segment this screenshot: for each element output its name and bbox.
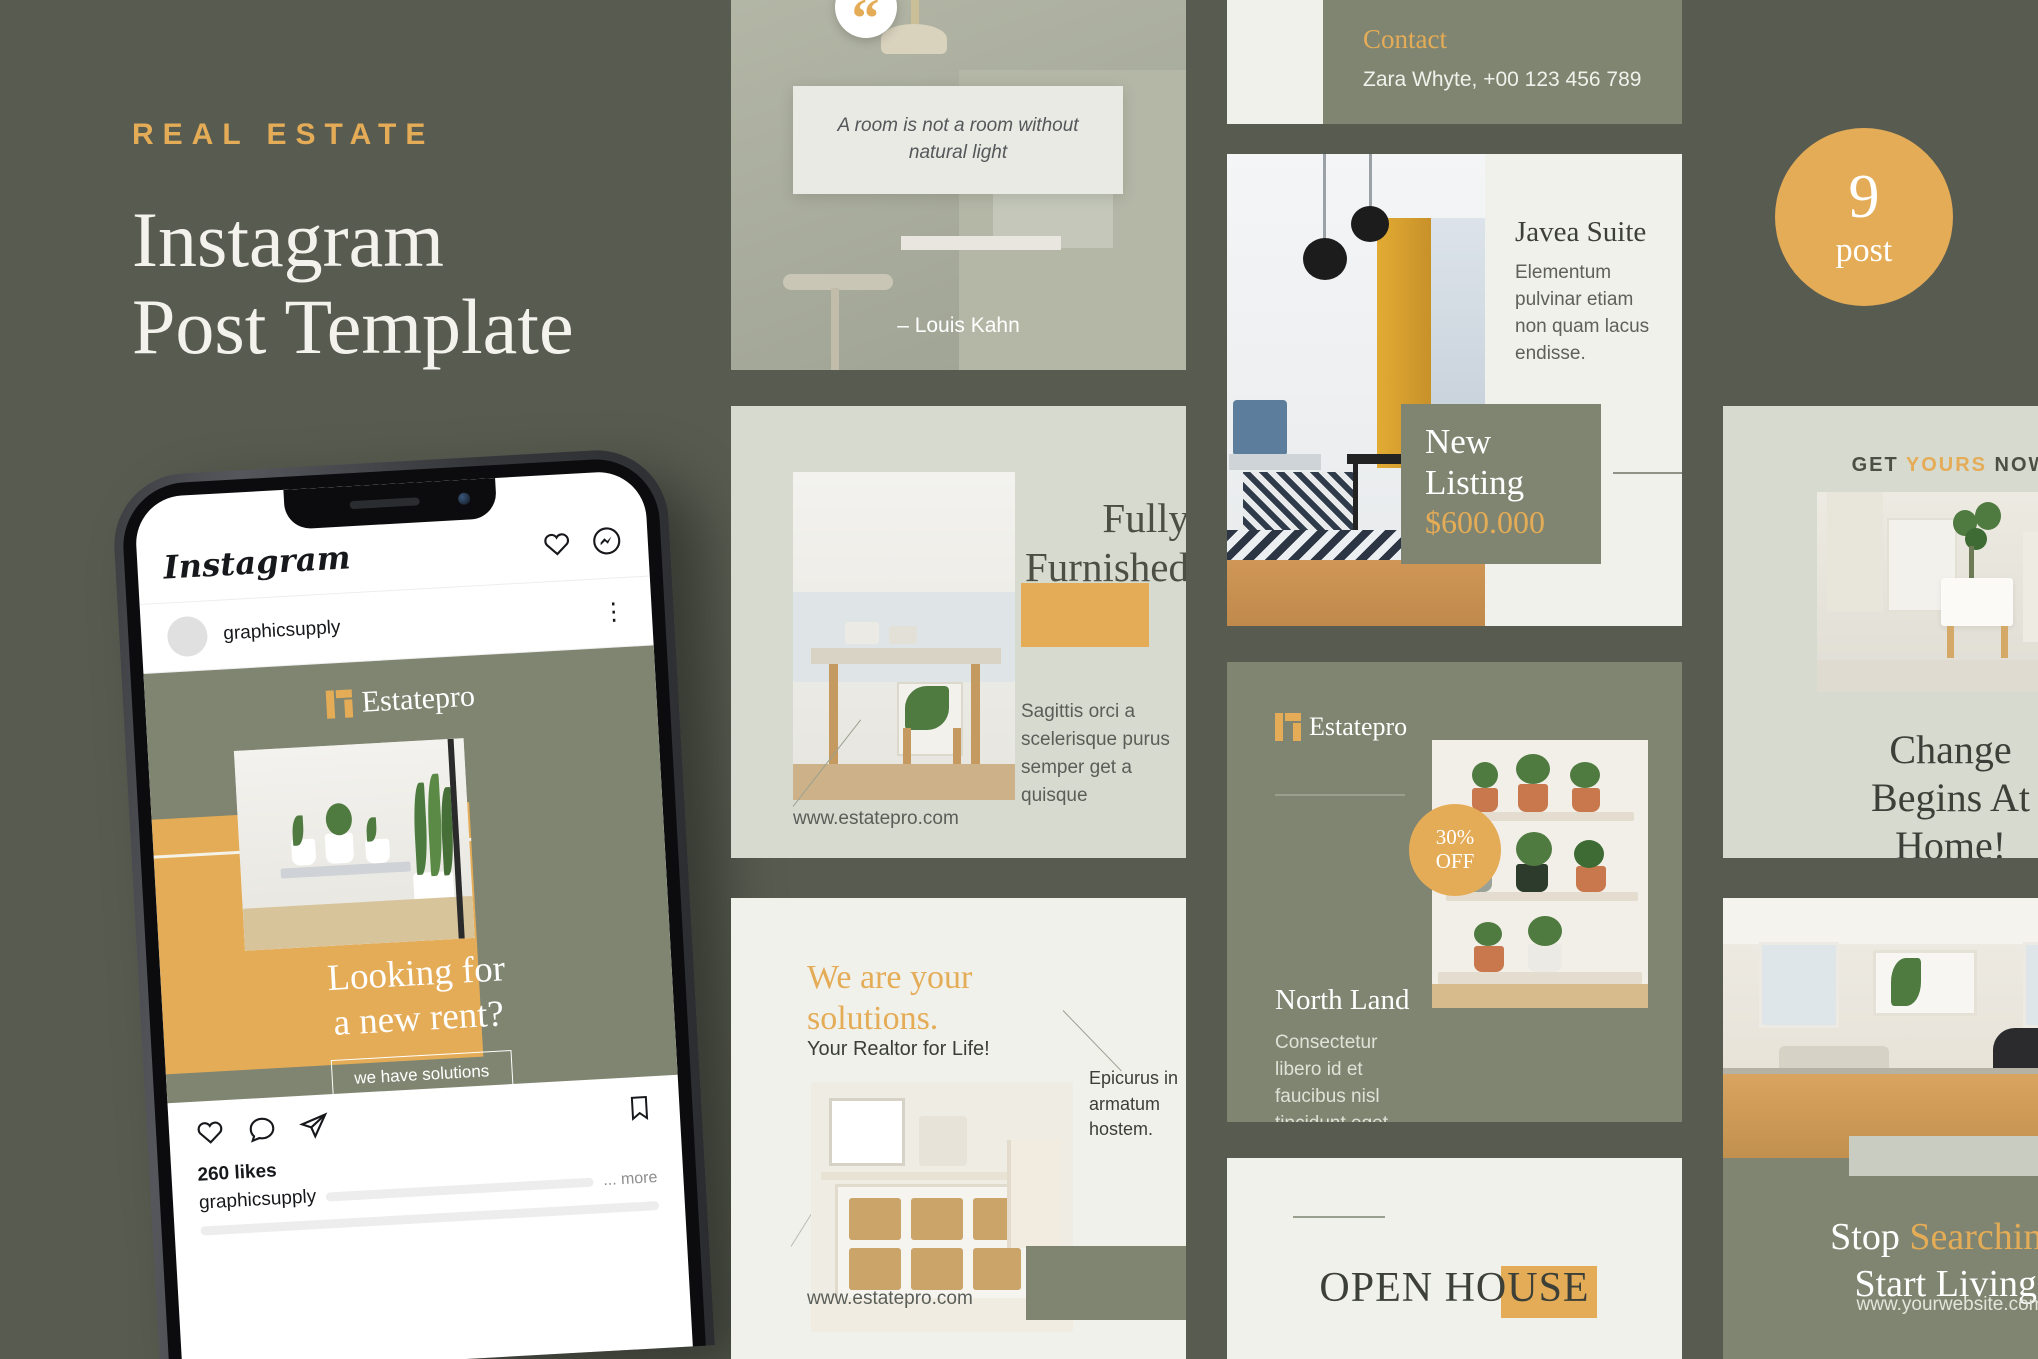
change-eyebrow-pre: GET — [1851, 454, 1906, 476]
header-icon-group — [541, 525, 623, 564]
open-house-divider — [1293, 1216, 1385, 1218]
change-title-line3: Home! — [1894, 823, 2007, 858]
open-house-title: OPEN HOUSE — [1319, 1265, 1590, 1311]
phone-mockup: Instagram graphicsupply ⋮ Estatepro Look… — [110, 446, 715, 1359]
north-divider — [1275, 794, 1405, 796]
solutions-note: Epicurus in armatum hostem. — [1089, 1068, 1179, 1140]
furnished-url[interactable]: www.estatepro.com — [793, 808, 959, 830]
page-title: Instagram Post Template — [132, 196, 692, 371]
furnished-title: Fully Furnished — [959, 494, 1186, 592]
contact-panel — [1323, 0, 1682, 124]
estatepro-logo-icon — [326, 689, 354, 719]
furnished-title-line2: Furnished — [1025, 544, 1186, 591]
change-title-line1: Change — [1889, 727, 2012, 772]
bookmark-icon[interactable] — [625, 1092, 655, 1129]
stop-photo — [1723, 898, 2038, 1158]
card-open-house[interactable]: OPEN HOUSE — [1227, 1158, 1682, 1359]
north-badge-line2: OFF — [1435, 849, 1475, 873]
stop-accent-strip — [1849, 1136, 2038, 1176]
quote-box: A room is not a room without natural lig… — [793, 86, 1123, 194]
change-eyebrow-post: NOW — [1994, 454, 2038, 476]
post-count-number: 9 — [1848, 163, 1880, 231]
solutions-title-line2: solutions. — [807, 999, 939, 1037]
heart-icon[interactable] — [194, 1116, 226, 1153]
stop-title-pre: Stop — [1830, 1216, 1910, 1258]
stop-title-accent: Searching. — [1909, 1216, 2038, 1258]
more-options-icon[interactable]: ⋮ — [601, 598, 626, 626]
post-photo — [233, 738, 475, 951]
share-icon[interactable] — [298, 1110, 330, 1147]
north-title: North Land — [1275, 984, 1410, 1016]
card-north-land[interactable]: Estatepro 30% OFF North Land Consectetur… — [1227, 662, 1682, 1122]
change-title: Change Begins At Home! — [1723, 726, 2038, 858]
caption-username[interactable]: graphicsupply — [198, 1186, 316, 1215]
change-eyebrow-accent: YOURS — [1905, 454, 1987, 476]
quote-author: – Louis Kahn — [897, 314, 1020, 337]
quote-text: A room is not a room without natural lig… — [819, 113, 1096, 167]
solutions-divider — [1062, 1010, 1122, 1072]
caption-more-link[interactable]: ... more — [603, 1169, 658, 1190]
phone-screen: Instagram graphicsupply ⋮ Estatepro Look… — [133, 469, 693, 1359]
stop-url[interactable]: www.yourwebsite.com — [1723, 1294, 2038, 1316]
north-badge-line1: 30% — [1435, 825, 1475, 850]
solutions-accent-block — [1026, 1246, 1186, 1320]
change-title-line2: Begins At — [1871, 775, 2030, 820]
quote-line2: natural light — [908, 142, 1008, 163]
solutions-url[interactable]: www.estatepro.com — [807, 1288, 973, 1310]
poster-canvas: REAL ESTATE Instagram Post Template Inst… — [0, 0, 2038, 1359]
listing-tag: New Listing — [1425, 422, 1587, 503]
listing-divider — [1613, 472, 1682, 474]
promo-title-line1: Instagram — [132, 196, 444, 283]
quote-line1: A room is not a room without — [837, 115, 1079, 137]
promo-eyebrow: REAL ESTATE — [132, 118, 435, 151]
north-body: Consectetur libero id et faucibus nisl t… — [1275, 1032, 1388, 1122]
heart-icon[interactable] — [541, 527, 573, 564]
post-count-label: post — [1835, 232, 1893, 269]
estatepro-logo-icon — [1275, 713, 1301, 741]
furnished-accent-swatch — [1021, 583, 1149, 647]
post-brand: Estatepro — [145, 669, 657, 731]
instagram-wordmark: Instagram — [162, 538, 352, 587]
messenger-icon[interactable] — [591, 525, 623, 562]
comment-icon[interactable] — [246, 1113, 278, 1150]
listing-price: $600.000 — [1425, 504, 1545, 540]
promo-title-line2: Post Template — [132, 283, 574, 371]
listing-body: Elementum pulvinar etiam non quam lacus … — [1515, 262, 1650, 364]
listing-title: Javea Suite — [1515, 216, 1647, 248]
solutions-title: We are your solutions. — [807, 958, 1077, 1040]
card-new-listing[interactable]: Javea Suite Elementum pulvinar etiam non… — [1227, 154, 1682, 626]
instagram-post-image: Estatepro Looking for a new rent? we hav… — [143, 645, 678, 1104]
card-contact[interactable]: Contact Zara Whyte, +00 123 456 789 — [1227, 0, 1682, 124]
card-stop-searching[interactable]: Stop Searching. Start Living. www.yourwe… — [1723, 898, 2038, 1359]
card-quote[interactable]: A room is not a room without natural lig… — [731, 0, 1186, 370]
card-solutions[interactable]: We are your solutions. Your Realtor for … — [731, 898, 1186, 1359]
contact-label: Contact — [1363, 24, 1447, 54]
change-photo — [1817, 492, 2038, 692]
north-brand-name: Estatepro — [1309, 712, 1408, 741]
solutions-title-line1: We are your — [807, 959, 973, 996]
north-discount-badge: 30% OFF — [1409, 804, 1501, 896]
front-camera-icon — [457, 492, 470, 506]
furnished-title-line1: Fully — [1102, 495, 1186, 541]
change-eyebrow: GET YOURS NOW — [1723, 454, 2038, 477]
stop-title-line1: Stop Searching. — [1723, 1214, 2038, 1261]
contact-value: Zara Whyte, +00 123 456 789 — [1363, 68, 1642, 91]
earpiece-speaker — [349, 497, 420, 510]
post-count-badge: 9 post — [1775, 128, 1953, 306]
caption-placeholder-bar — [325, 1177, 594, 1202]
listing-tag-line2: Listing — [1425, 462, 1525, 502]
solutions-subtitle: Your Realtor for Life! — [807, 1038, 990, 1060]
post-author-name[interactable]: graphicsupply — [223, 617, 341, 646]
furnished-body: Sagittis orci a scelerisque purus semper… — [1021, 701, 1170, 807]
north-brand: Estatepro — [1275, 712, 1407, 742]
card-change-begins[interactable]: GET YOURS NOW Change Begins At Home! — [1723, 406, 2038, 858]
card-fully-furnished[interactable]: Fully Furnished Sagittis orci a sceleris… — [731, 406, 1186, 858]
listing-tag-line1: New — [1425, 422, 1492, 461]
post-brand-name: Estatepro — [360, 679, 476, 719]
promo-block: REAL ESTATE Instagram Post Template — [132, 118, 692, 371]
avatar[interactable] — [166, 615, 209, 658]
